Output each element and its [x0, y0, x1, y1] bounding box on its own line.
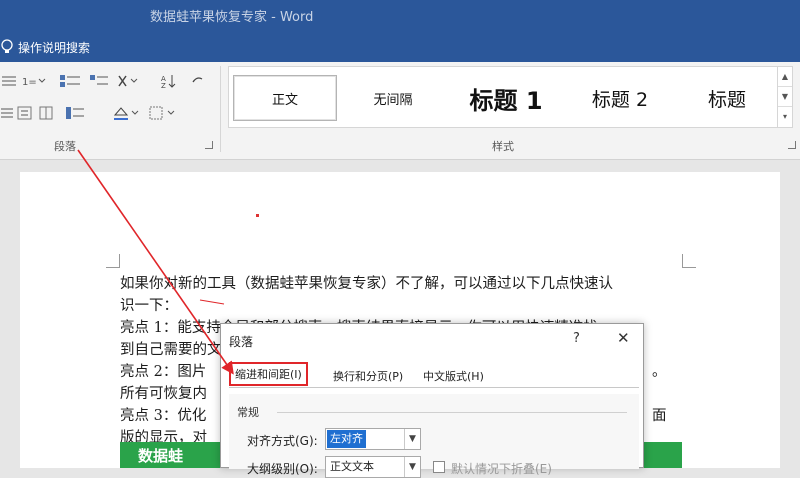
dialog-title: 段落: [229, 335, 254, 349]
alignment-select[interactable]: 左对齐 ▼: [325, 428, 421, 450]
banner-text: 数据蛙: [138, 447, 184, 465]
gallery-more-icon[interactable]: ▾: [778, 107, 792, 127]
general-section-label: 常规: [237, 406, 259, 419]
bullets-icon[interactable]: [0, 72, 18, 90]
sort-icon[interactable]: AZ: [160, 72, 178, 90]
chinese-layout-icon[interactable]: [116, 72, 140, 90]
styles-launcher-icon[interactable]: [788, 141, 796, 149]
alignment-label: 对齐方式(G):: [247, 434, 318, 448]
doc-line-fragment: 面: [652, 408, 667, 424]
window-title: 数据蛙苹果恢复专家 - Word: [150, 10, 314, 25]
scroll-up-icon[interactable]: ▲: [778, 67, 792, 87]
tab-line-page-breaks[interactable]: 换行和分页(P): [333, 368, 403, 384]
svg-text:1=: 1=: [22, 77, 37, 88]
alignment-value: 左对齐: [327, 430, 366, 448]
outline-level-value: 正文文本: [330, 460, 374, 473]
styles-gallery: 正文 无间隔 标题 1 标题 2 标题: [228, 66, 778, 128]
distribute-icon[interactable]: [16, 104, 34, 122]
ribbon: 1= AZ 段落 正文 无间隔 标题 1 标题 2 标题 ▲ ▼ ▾ 样式: [0, 62, 800, 160]
borders-icon[interactable]: [148, 104, 178, 122]
dialog-body: 常规 对齐方式(G): 左对齐 ▼ 大纲级别(O): 正文文本 ▼ 默认情况下折…: [229, 394, 639, 478]
doc-line: 识一下：: [120, 298, 178, 314]
scroll-down-icon[interactable]: ▼: [778, 87, 792, 107]
doc-line: 到自己需要的文件: [120, 342, 236, 358]
numbering-icon[interactable]: 1=: [22, 72, 46, 90]
paragraph-dialog: 段落 ? ✕ 缩进和间距(I) 换行和分页(P) 中文版式(H) 常规 对齐方式…: [220, 323, 644, 478]
columns-icon[interactable]: [38, 104, 54, 122]
doc-line: 亮点 2：图片: [120, 364, 207, 380]
style-normal[interactable]: 正文: [233, 75, 337, 121]
doc-line: 亮点 3：优化: [120, 408, 207, 424]
crop-mark-right: [682, 254, 696, 268]
shading-icon[interactable]: [112, 104, 142, 122]
outline-level-select[interactable]: 正文文本 ▼: [325, 456, 421, 478]
align-justify-icon[interactable]: [0, 104, 14, 122]
chevron-down-icon[interactable]: ▼: [404, 457, 420, 477]
tell-me-bar[interactable]: 操作说明搜索: [0, 32, 800, 62]
section-divider: [277, 412, 627, 413]
close-button[interactable]: ✕: [617, 329, 630, 347]
tab-indents-spacing[interactable]: 缩进和间距(I): [229, 362, 308, 386]
doc-line: 如果你对新的工具（数据蛙苹果恢复专家）不了解，可以通过以下几点快速认: [120, 276, 613, 292]
line-spacing-icon[interactable]: [64, 104, 88, 122]
doc-line-fragment: 。: [652, 364, 667, 380]
increase-indent-icon[interactable]: [88, 72, 110, 90]
collapse-label: 默认情况下折叠(E): [451, 462, 552, 476]
paragraph-group-label: 段落: [54, 140, 76, 153]
crop-mark-left: [106, 254, 120, 268]
style-title[interactable]: 标题: [677, 75, 777, 121]
show-marks-icon[interactable]: [190, 72, 206, 90]
chevron-down-icon[interactable]: ▼: [404, 429, 420, 449]
tell-me-search[interactable]: 操作说明搜索: [18, 39, 90, 56]
cursor-mark: [256, 214, 259, 217]
style-heading-1[interactable]: 标题 1: [451, 75, 561, 121]
style-heading-2[interactable]: 标题 2: [565, 75, 675, 121]
style-no-spacing[interactable]: 无间隔: [341, 75, 445, 121]
help-button[interactable]: ?: [573, 331, 580, 346]
group-divider: [220, 66, 221, 152]
svg-text:Z: Z: [161, 82, 166, 89]
multilevel-list-icon[interactable]: [58, 72, 82, 90]
styles-group-label: 样式: [492, 140, 514, 153]
title-bar: 数据蛙苹果恢复专家 - Word: [0, 0, 800, 32]
doc-line: 所有可恢复内: [120, 386, 207, 402]
dialog-tabs: 缩进和间距(I) 换行和分页(P) 中文版式(H): [229, 362, 639, 388]
tab-asian-typography[interactable]: 中文版式(H): [423, 368, 484, 384]
gallery-scroller[interactable]: ▲ ▼ ▾: [777, 66, 793, 128]
collapse-checkbox[interactable]: [433, 461, 445, 473]
paragraph-launcher-icon[interactable]: [205, 141, 213, 149]
lightbulb-icon: [0, 38, 14, 56]
outline-level-label: 大纲级别(O):: [247, 462, 318, 476]
